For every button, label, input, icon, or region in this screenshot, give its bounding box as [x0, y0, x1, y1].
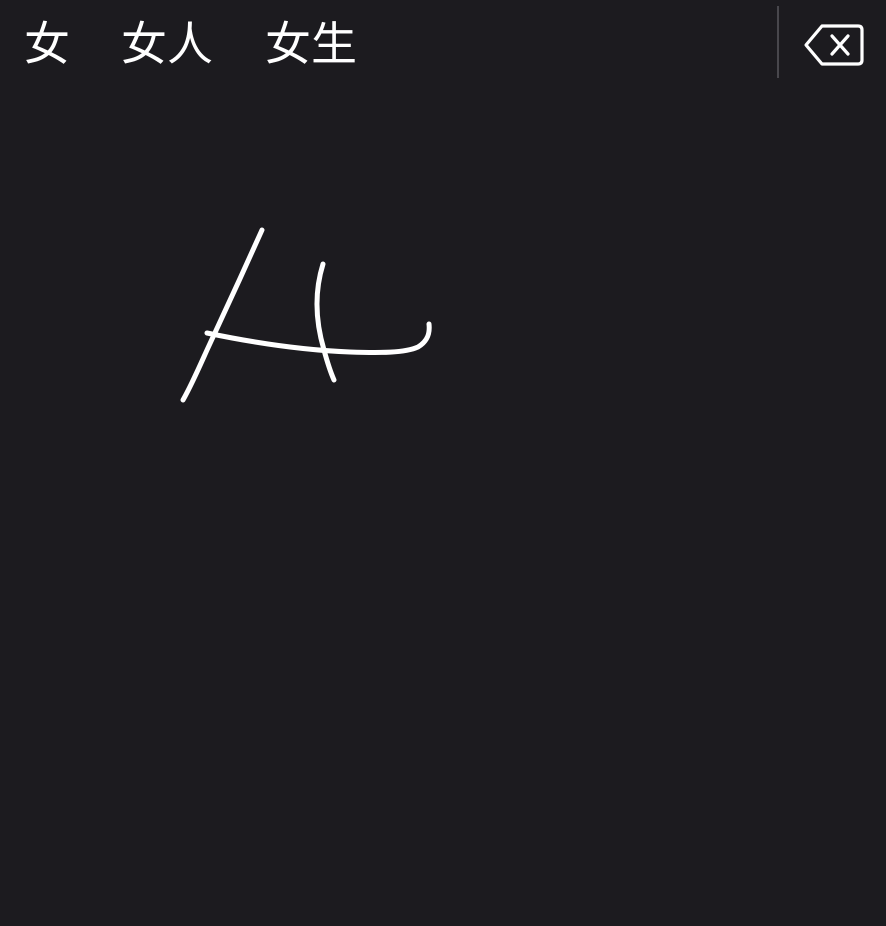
candidate-1[interactable]: 女	[24, 10, 70, 78]
delete-button[interactable]	[800, 14, 872, 76]
handwriting-canvas[interactable]	[0, 88, 886, 926]
candidate-2[interactable]: 女人	[121, 10, 213, 78]
handwriting-keyboard: 女 女人 女生	[0, 0, 886, 926]
candidate-3[interactable]: 女生	[265, 10, 357, 78]
ink-stroke-1	[180, 227, 265, 403]
backspace-icon	[804, 24, 864, 66]
candidate-divider	[777, 6, 779, 78]
candidate-bar: 女 女人 女生	[0, 0, 886, 88]
ink-stroke-2	[314, 261, 337, 383]
